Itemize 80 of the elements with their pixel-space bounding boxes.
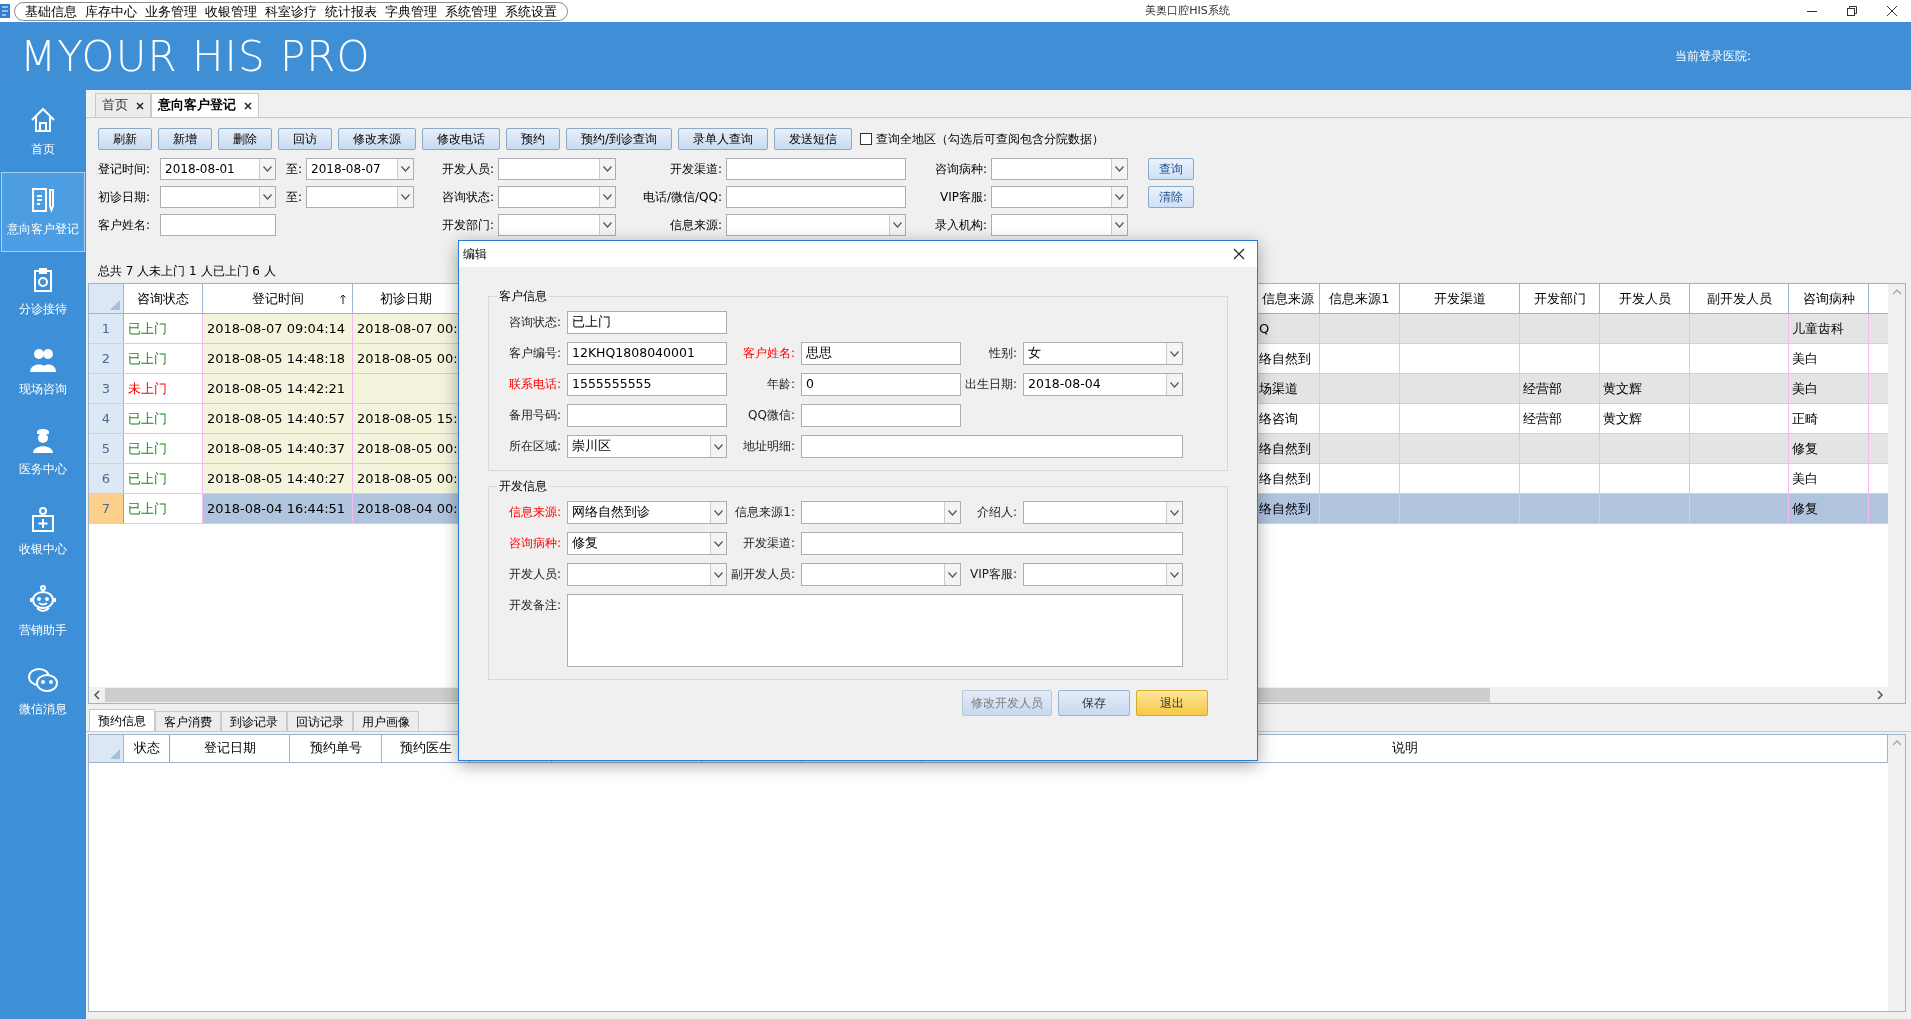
table-cell: 修复: [1789, 434, 1869, 463]
field-label: 信息来源1:: [734, 504, 796, 521]
login-label: 当前登录医院:: [1674, 48, 1751, 65]
table-cell: 2018-08-04 16:44:51: [203, 494, 353, 523]
table-cell: 络咨询: [1256, 404, 1320, 433]
group-title: 客户信息: [499, 289, 547, 303]
table-cell: 黄文辉: [1600, 374, 1690, 403]
field-label: 咨询状态:: [507, 314, 562, 331]
table-cell: 络自然到: [1256, 494, 1320, 523]
table-cell: 2018-08-05 00:: [353, 464, 459, 493]
field-label: 开发备注:: [507, 597, 562, 614]
table-cell: 2018-08-04 00:: [353, 494, 459, 523]
row-number: 6: [89, 464, 124, 493]
filter-label: 咨询状态:: [440, 189, 495, 206]
filter-label: 至:: [284, 189, 303, 206]
logo-text: MYOUR HIS PRO: [20, 30, 371, 83]
field-label: 性别:: [987, 345, 1018, 362]
table-cell: 2018-08-05 00:: [353, 344, 459, 373]
field-label: 所在区域:: [507, 438, 562, 455]
filter-label: 开发渠道:: [668, 161, 723, 178]
table-cell: 2018-08-07 09:04:14: [203, 314, 353, 343]
field-label: 地址明细:: [741, 438, 796, 455]
table-cell: 2018-08-05 14:48:18: [203, 344, 353, 373]
table-cell: 络自然到: [1256, 464, 1320, 493]
table-cell: 2018-08-05 14:40:57: [203, 404, 353, 433]
filter-label: VIP客服:: [938, 189, 988, 206]
field-label: 副开发人员:: [729, 566, 796, 583]
filter-label: 开发部门:: [440, 217, 495, 234]
field-label: 年龄:: [765, 376, 796, 393]
filter-label: 初诊日期:: [98, 189, 152, 206]
field-label: 联系电话:: [507, 376, 562, 393]
row-number: 3: [89, 374, 124, 403]
table-cell: 美白: [1789, 374, 1869, 403]
dialog-title: 编辑: [463, 246, 487, 263]
field-label: 信息来源:: [507, 504, 562, 521]
filter-label: 登记时间:: [98, 161, 152, 178]
filter-label: 至:: [284, 161, 303, 178]
field-label: QQ微信:: [747, 407, 796, 424]
field-label: 介绍人:: [975, 504, 1018, 521]
table-cell: 2018-08-05 14:40:27: [203, 464, 353, 493]
field-label: 开发人员:: [507, 566, 562, 583]
table-cell: 正畸: [1789, 404, 1869, 433]
row-number: 4: [89, 404, 124, 433]
table-cell: 美白: [1789, 344, 1869, 373]
row-number: 1: [89, 314, 124, 343]
summary-text: 总共 7 人未上门 1 人已上门 6 人: [98, 264, 276, 278]
table-cell: 儿童齿科: [1789, 314, 1869, 343]
group-title: 开发信息: [499, 479, 547, 493]
filter-label: 信息来源:: [668, 217, 723, 234]
table-cell: 经营部: [1520, 374, 1600, 403]
table-cell: 2018-08-05 14:40:37: [203, 434, 353, 463]
field-label: 咨询病种:: [507, 535, 562, 552]
field-label: 备用号码:: [507, 407, 562, 424]
table-cell: Q: [1256, 314, 1320, 343]
filter-label: 客户姓名:: [98, 217, 152, 234]
table-cell: 2018-08-05 00:: [353, 434, 459, 463]
row-number: 5: [89, 434, 124, 463]
field-label: 客户编号:: [507, 345, 562, 362]
field-label: 出生日期:: [963, 376, 1018, 393]
table-cell: 2018-08-07 00:: [353, 314, 459, 343]
field-label: 开发渠道:: [741, 535, 796, 552]
table-cell: 美白: [1789, 464, 1869, 493]
table-cell: 场渠道: [1256, 374, 1320, 403]
table-cell: 修复: [1789, 494, 1869, 523]
table-cell: 2018-08-05 15:: [353, 404, 459, 433]
table-cell: 络自然到: [1256, 434, 1320, 463]
table-cell: 黄文辉: [1600, 404, 1690, 433]
field-label: VIP客服:: [968, 566, 1018, 583]
row-number: 2: [89, 344, 124, 373]
filter-label: 开发人员:: [440, 161, 495, 178]
field-label: 客户姓名:: [741, 345, 796, 362]
table-cell: 经营部: [1520, 404, 1600, 433]
window-title: 美奥口腔HIS系统: [1145, 2, 1230, 19]
filter-label: 录入机构:: [933, 217, 988, 234]
table-cell: 2018-08-05 14:42:21: [203, 374, 353, 403]
filter-label: 咨询病种:: [933, 161, 988, 178]
table-cell: 络自然到: [1256, 344, 1320, 373]
checkbox-label: 查询全地区（勾选后可查阅包含分院数据）: [876, 131, 1105, 148]
filter-label: 电话/微信/QQ:: [641, 189, 723, 206]
row-number: 7: [89, 494, 124, 523]
